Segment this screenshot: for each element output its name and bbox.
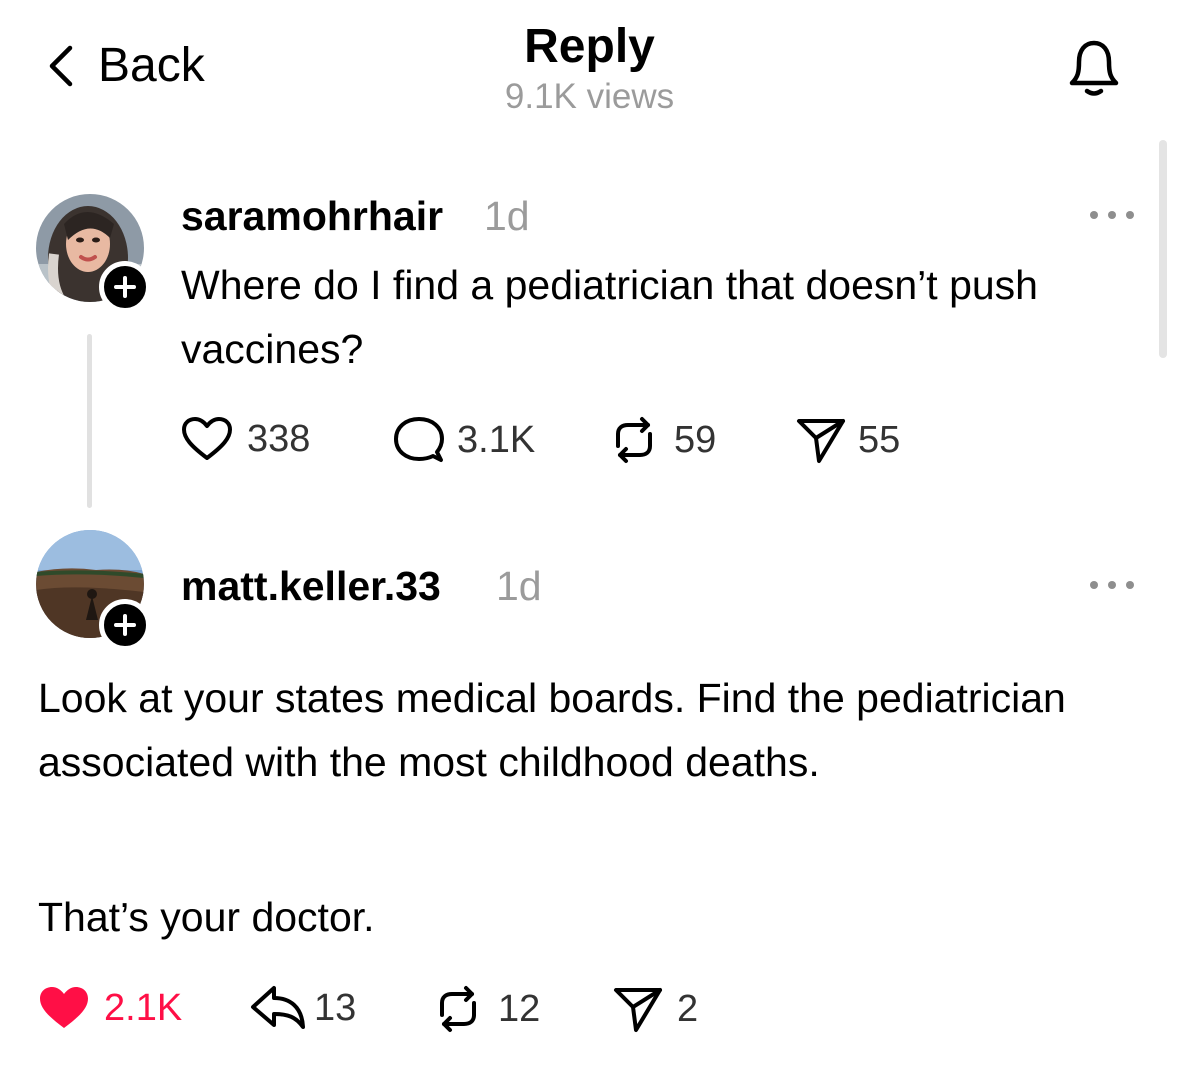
send-icon xyxy=(797,419,845,463)
comment-count: 3.1K xyxy=(457,419,536,461)
share-button[interactable]: 2 xyxy=(613,985,698,1033)
reply-arrow-icon xyxy=(251,986,305,1029)
like-count: 338 xyxy=(247,418,311,460)
comment-button[interactable]: 3.1K xyxy=(393,416,535,464)
header: Reply 9.1K views xyxy=(0,18,1179,118)
post-username[interactable]: saramohrhair xyxy=(181,191,443,241)
repost-count: 12 xyxy=(498,988,541,1030)
like-button[interactable]: 2.1K xyxy=(38,985,182,1031)
follow-plus-button[interactable] xyxy=(99,261,151,313)
heart-icon xyxy=(40,987,88,1028)
like-count: 2.1K xyxy=(104,987,183,1029)
repost-button[interactable]: 12 xyxy=(432,985,540,1033)
reply-count: 13 xyxy=(314,987,357,1029)
reply-button[interactable]: 13 xyxy=(250,985,356,1031)
scrollbar[interactable] xyxy=(1159,140,1167,358)
page-title: Reply xyxy=(524,20,655,73)
like-button[interactable]: 338 xyxy=(181,416,310,462)
heart-icon xyxy=(182,417,232,460)
share-button[interactable]: 55 xyxy=(796,416,900,464)
reply-username[interactable]: matt.keller.33 xyxy=(181,561,441,611)
repost-icon xyxy=(616,417,652,463)
post-text: Where do I find a pediatrician that does… xyxy=(181,262,1038,372)
reply-paragraph-1: Look at your states medical boards. Find… xyxy=(38,675,1066,785)
reply-time: 1d xyxy=(496,563,542,609)
share-count: 2 xyxy=(677,988,699,1030)
post-time: 1d xyxy=(484,193,530,239)
repost-count: 59 xyxy=(674,419,717,461)
follow-plus-button[interactable] xyxy=(99,599,151,651)
repost-icon xyxy=(440,986,476,1032)
repost-button[interactable]: 59 xyxy=(608,416,716,464)
comment-bubble-icon xyxy=(394,417,444,462)
send-icon xyxy=(614,988,662,1032)
view-count: 9.1K views xyxy=(504,77,675,116)
thread-page: Back Reply 9.1K views saramohrhair 1d Wh… xyxy=(0,0,1179,1072)
share-count: 55 xyxy=(858,419,901,461)
more-dots-icon[interactable] xyxy=(1090,207,1134,223)
bell-icon[interactable] xyxy=(1058,30,1130,102)
thread-line xyxy=(87,334,92,508)
reply-paragraph-2: That’s your doctor. xyxy=(38,894,375,940)
more-dots-icon[interactable] xyxy=(1090,577,1134,593)
